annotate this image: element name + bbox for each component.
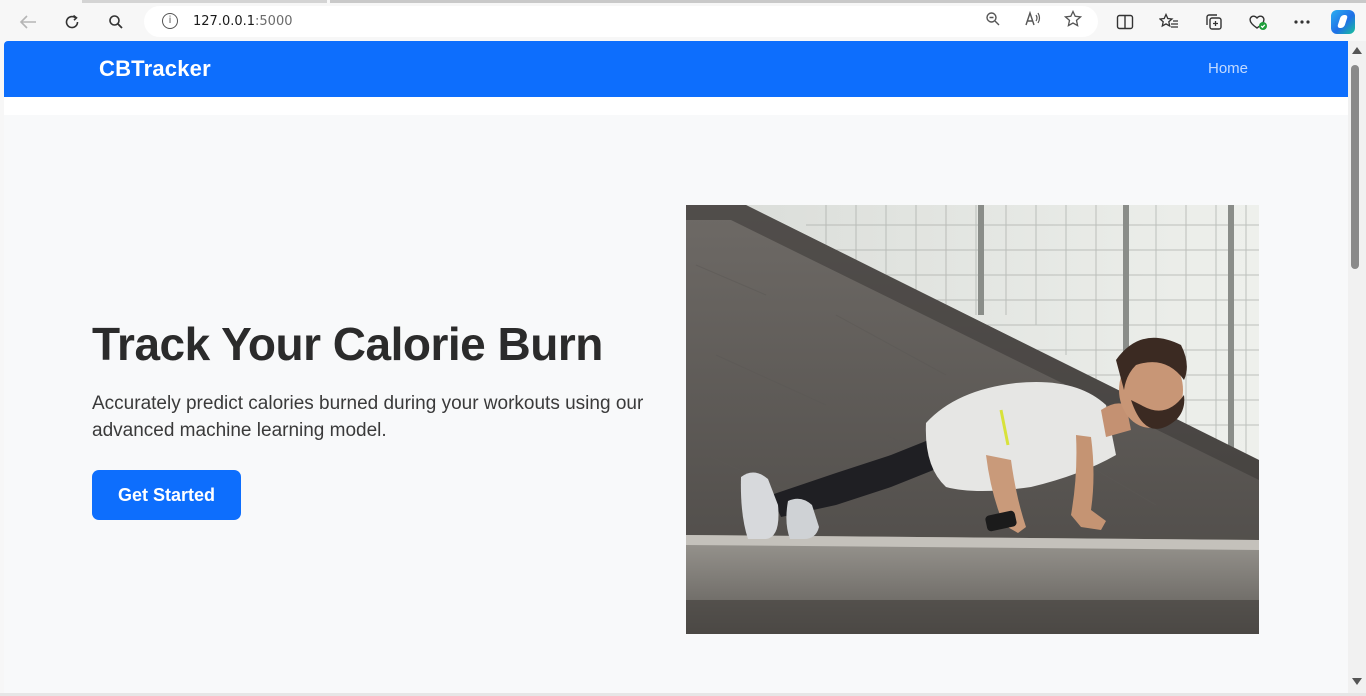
browser-toolbar: i 127.0.0.1:5000: [0, 0, 1366, 41]
url-host: 127.0.0.1: [193, 14, 256, 29]
copilot-icon[interactable]: [1331, 10, 1355, 34]
browser-essentials-icon[interactable]: [1244, 8, 1272, 36]
navbar-divider: [4, 97, 1348, 115]
brand-logo[interactable]: CBTracker: [99, 56, 211, 82]
info-icon[interactable]: i: [162, 13, 178, 29]
workout-photo: [686, 205, 1259, 634]
search-icon[interactable]: [102, 8, 130, 36]
scroll-up-arrow-icon[interactable]: [1352, 47, 1362, 54]
nav-link-home[interactable]: Home: [1208, 60, 1248, 77]
hero-description: Accurately predict calories burned durin…: [92, 393, 644, 441]
address-bar[interactable]: i 127.0.0.1:5000: [144, 6, 1098, 37]
navbar: CBTracker Home: [4, 41, 1348, 97]
refresh-icon[interactable]: [58, 8, 86, 36]
hero-image: [686, 205, 1259, 634]
read-aloud-icon[interactable]: [1021, 10, 1045, 34]
get-started-button[interactable]: Get Started: [92, 470, 241, 520]
scrollbar-thumb[interactable]: [1351, 65, 1359, 269]
vertical-scrollbar[interactable]: [1348, 41, 1366, 693]
collections-icon[interactable]: [1200, 8, 1228, 36]
star-icon[interactable]: [1061, 9, 1085, 34]
tab-strip-rest: [330, 0, 1366, 3]
more-icon[interactable]: [1288, 8, 1316, 36]
back-arrow-icon[interactable]: [14, 8, 42, 36]
split-screen-icon[interactable]: [1111, 8, 1139, 36]
favorites-icon[interactable]: [1155, 8, 1183, 36]
url-text[interactable]: 127.0.0.1:5000: [193, 14, 293, 29]
page-viewport: CBTracker Home Track Your Calorie Burn A…: [4, 41, 1348, 693]
hero-title: Track Your Calorie Burn: [92, 318, 603, 370]
scroll-down-arrow-icon[interactable]: [1352, 678, 1362, 685]
zoom-out-icon[interactable]: [981, 10, 1005, 34]
tab-strip: [82, 0, 327, 3]
url-port: :5000: [255, 14, 293, 29]
